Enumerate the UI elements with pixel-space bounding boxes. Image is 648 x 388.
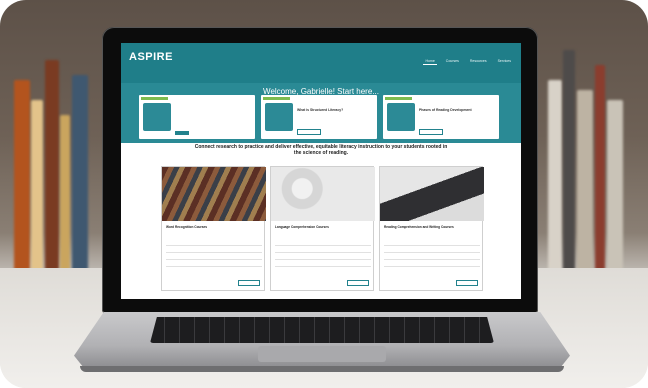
book — [45, 60, 59, 290]
course-button[interactable] — [347, 280, 369, 286]
course-image — [162, 167, 266, 221]
card-button[interactable] — [419, 129, 443, 135]
course-items — [384, 239, 480, 267]
start-card-2[interactable]: What is Structured Literacy? — [261, 95, 377, 139]
list-item[interactable] — [275, 260, 371, 267]
list-item[interactable] — [384, 246, 480, 253]
list-item[interactable] — [166, 246, 262, 253]
start-card-1[interactable] — [139, 95, 255, 139]
course-title: Language Comprehension Courses — [275, 225, 329, 229]
book — [595, 65, 605, 290]
list-item[interactable] — [166, 253, 262, 260]
checklist-icon — [143, 103, 171, 131]
list-item[interactable] — [384, 239, 480, 246]
nav-services[interactable]: Services — [496, 58, 513, 65]
course-card-reading-writing[interactable]: Reading Comprehension and Writing Course… — [379, 166, 484, 291]
top-nav: ASPIRE Home Courses Resources Services — [121, 43, 521, 83]
course-image — [380, 167, 484, 221]
book — [548, 80, 562, 290]
card-button[interactable] — [297, 129, 321, 135]
logo-text: ASPIRE — [129, 51, 173, 63]
book-icon — [387, 103, 415, 131]
pencil-icon — [265, 103, 293, 131]
book — [563, 50, 575, 290]
card-tag — [385, 97, 412, 100]
book — [72, 75, 88, 290]
card-tag — [263, 97, 290, 100]
list-item[interactable] — [166, 260, 262, 267]
nav-home[interactable]: Home — [423, 58, 437, 65]
book — [607, 100, 623, 290]
nav-links: Home Courses Resources Services — [423, 58, 513, 65]
card-button[interactable] — [175, 131, 189, 135]
nav-resources[interactable]: Resources — [468, 58, 489, 65]
course-title: Word Recognition Courses — [166, 225, 208, 229]
trackpad — [258, 346, 386, 362]
book — [14, 80, 30, 290]
logo[interactable]: ASPIRE — [129, 51, 173, 63]
course-button[interactable] — [238, 280, 260, 286]
tagline: Connect research to practice and deliver… — [194, 144, 448, 157]
course-card-language-comprehension[interactable]: Language Comprehension Courses — [270, 166, 375, 291]
keyboard — [150, 317, 494, 343]
list-item[interactable] — [166, 239, 262, 246]
list-item[interactable] — [384, 253, 480, 260]
list-item[interactable] — [384, 260, 480, 267]
laptop-screen: ASPIRE Home Courses Resources Services W… — [121, 43, 521, 299]
list-item[interactable] — [275, 253, 371, 260]
list-item[interactable] — [275, 246, 371, 253]
start-card-3[interactable]: Phases of Reading Development — [383, 95, 499, 139]
nav-courses[interactable]: Courses — [444, 58, 461, 65]
course-card-word-recognition[interactable]: Word Recognition Courses — [161, 166, 266, 291]
course-image — [271, 167, 375, 221]
course-button[interactable] — [456, 280, 478, 286]
list-item[interactable] — [275, 239, 371, 246]
course-list: Word Recognition Courses Language Compre… — [161, 166, 484, 291]
start-cards: What is Structured Literacy? Phases of R… — [139, 95, 503, 139]
card-tag — [141, 97, 168, 100]
course-title: Reading Comprehension and Writing Course… — [384, 225, 454, 229]
course-items — [166, 239, 262, 267]
book — [31, 100, 43, 290]
book — [577, 90, 593, 290]
laptop-foot — [80, 366, 564, 372]
card-title: Phases of Reading Development — [419, 108, 472, 112]
card-title: What is Structured Literacy? — [297, 108, 344, 112]
course-items — [275, 239, 371, 267]
book — [60, 115, 70, 290]
